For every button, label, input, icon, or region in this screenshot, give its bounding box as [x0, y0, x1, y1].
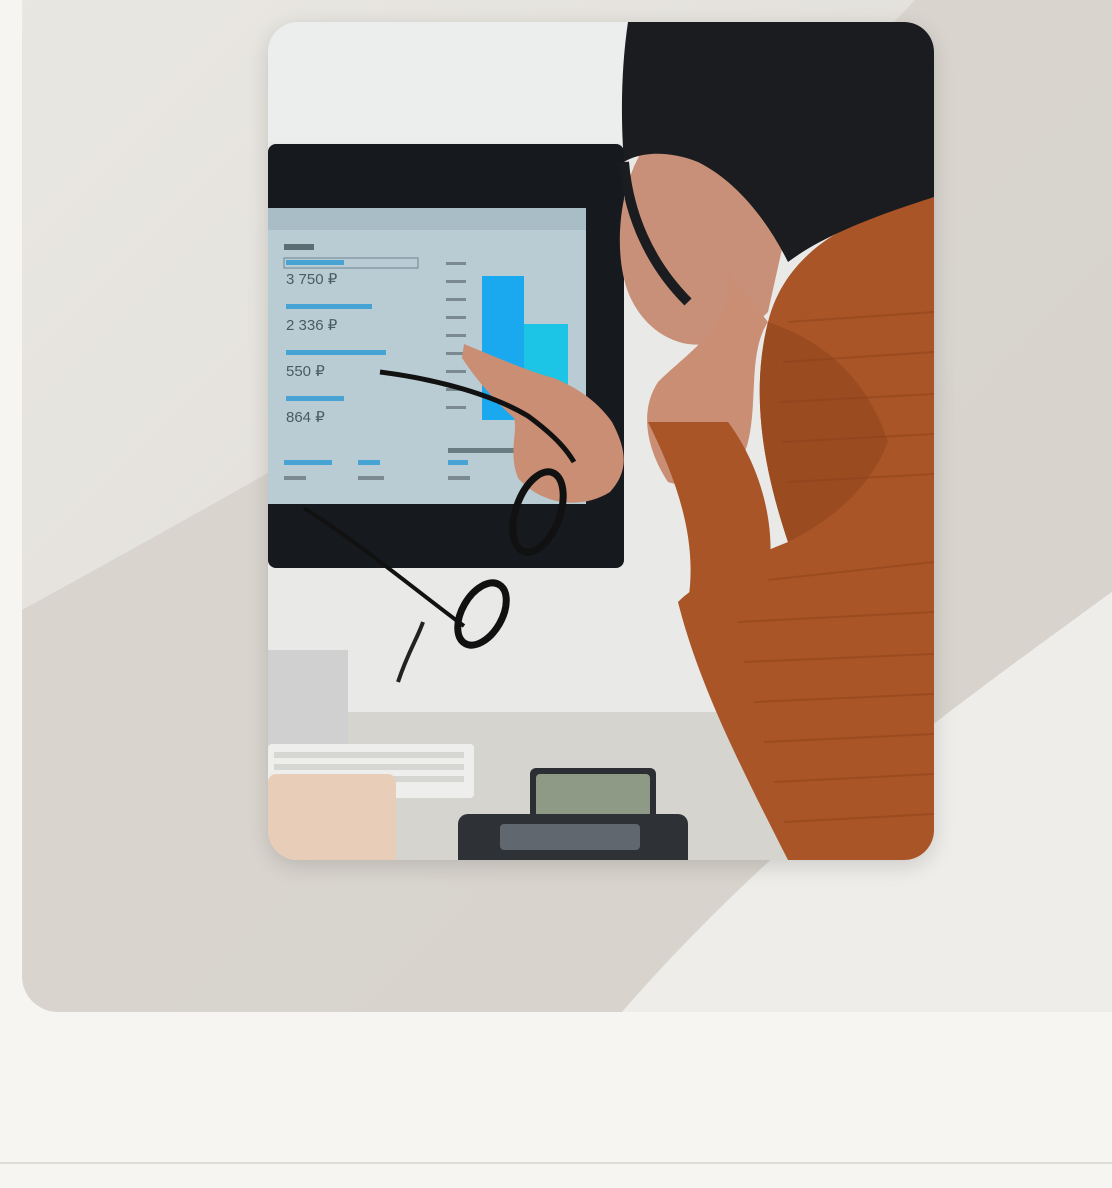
monitor-stat-3: 550 ₽: [286, 363, 325, 380]
monitor-stat-1: 3 750 ₽: [286, 271, 338, 288]
footer-divider: [0, 1162, 1112, 1164]
monitor-stat-4: 864 ₽: [286, 409, 325, 426]
page: 3 750 ₽ 2 336 ₽ 550 ₽ 864 ₽: [0, 0, 1112, 1188]
hero-photo: 3 750 ₽ 2 336 ₽ 550 ₽ 864 ₽: [268, 22, 934, 860]
monitor-stat-2: 2 336 ₽: [286, 317, 338, 334]
hero-card: 3 750 ₽ 2 336 ₽ 550 ₽ 864 ₽: [22, 0, 1112, 1012]
